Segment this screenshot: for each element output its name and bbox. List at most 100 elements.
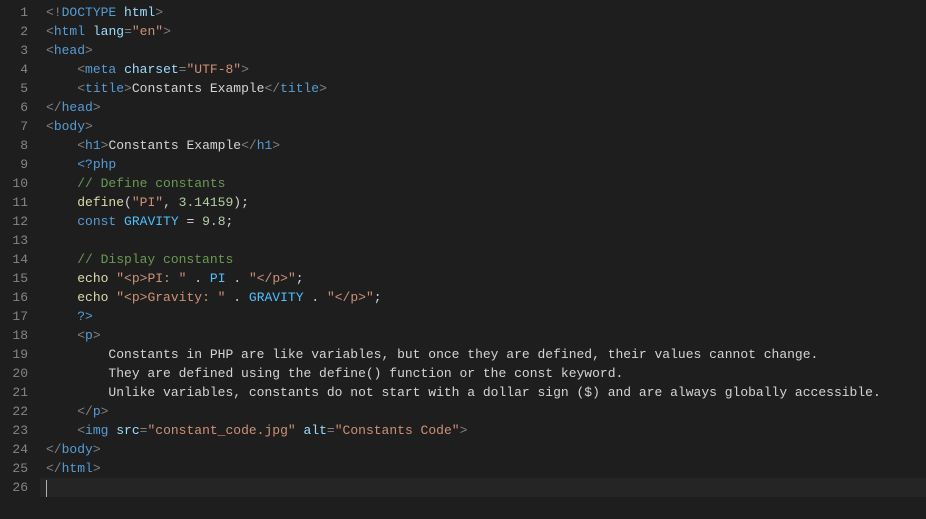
code-token: Constants Example — [108, 138, 241, 153]
line-number: 18 — [0, 326, 40, 345]
code-token: "Constants Code" — [335, 423, 460, 438]
code-line[interactable]: Constants in PHP are like variables, but… — [46, 345, 926, 364]
code-token: h1 — [257, 138, 273, 153]
line-number: 20 — [0, 364, 40, 383]
code-line[interactable]: <h1>Constants Example</h1> — [46, 136, 926, 155]
code-token: ; — [374, 290, 382, 305]
code-line[interactable]: <meta charset="UTF-8"> — [46, 60, 926, 79]
line-number: 5 — [0, 79, 40, 98]
line-number: 26 — [0, 478, 40, 497]
line-number: 15 — [0, 269, 40, 288]
code-line[interactable]: define("PI", 3.14159); — [46, 193, 926, 212]
line-number: 16 — [0, 288, 40, 307]
code-token: > — [101, 404, 109, 419]
code-line[interactable]: echo "<p>PI: " . PI . "</p>"; — [46, 269, 926, 288]
code-line[interactable]: <!DOCTYPE html> — [46, 3, 926, 22]
code-line[interactable]: // Display constants — [46, 250, 926, 269]
code-token: Constants in PHP are like variables, but… — [108, 347, 818, 362]
code-token: html — [54, 24, 85, 39]
code-token: ; — [296, 271, 304, 286]
code-token: > — [155, 5, 163, 20]
code-token: const — [77, 214, 116, 229]
code-token: "UTF-8" — [186, 62, 241, 77]
code-line[interactable]: </body> — [46, 440, 926, 459]
code-token: <?php — [77, 157, 116, 172]
code-token: > — [272, 138, 280, 153]
line-number: 25 — [0, 459, 40, 478]
code-token: body — [62, 442, 93, 457]
code-line[interactable]: </html> — [46, 459, 926, 478]
code-token: </ — [46, 442, 62, 457]
code-token: > — [85, 43, 93, 58]
code-line[interactable]: <?php — [46, 155, 926, 174]
code-token: They are defined using the define() func… — [108, 366, 623, 381]
line-number: 12 — [0, 212, 40, 231]
code-token: = — [327, 423, 335, 438]
code-token — [241, 271, 249, 286]
code-token — [296, 423, 304, 438]
code-line[interactable]: </head> — [46, 98, 926, 117]
code-line[interactable]: <head> — [46, 41, 926, 60]
line-number: 21 — [0, 383, 40, 402]
code-token: define — [77, 195, 124, 210]
code-token: charset — [124, 62, 179, 77]
code-token: < — [77, 423, 85, 438]
line-number: 19 — [0, 345, 40, 364]
code-token: GRAVITY — [249, 290, 304, 305]
code-line[interactable] — [46, 231, 926, 250]
code-line[interactable]: // Define constants — [46, 174, 926, 193]
code-token: PI — [210, 271, 226, 286]
code-line[interactable]: Unlike variables, constants do not start… — [46, 383, 926, 402]
code-token: = — [124, 24, 132, 39]
code-token: alt — [304, 423, 327, 438]
code-token — [202, 271, 210, 286]
code-token: ?> — [77, 309, 93, 324]
code-token: 3.14159 — [179, 195, 234, 210]
code-line[interactable]: echo "<p>Gravity: " . GRAVITY . "</p>"; — [46, 288, 926, 307]
code-token: < — [77, 328, 85, 343]
code-token — [241, 290, 249, 305]
code-token: "</p>" — [327, 290, 374, 305]
code-line[interactable]: They are defined using the define() func… — [46, 364, 926, 383]
code-token: </ — [46, 100, 62, 115]
code-token: < — [77, 81, 85, 96]
code-token: < — [77, 138, 85, 153]
code-token: <! — [46, 5, 62, 20]
line-number: 1 — [0, 3, 40, 22]
code-token: </ — [46, 461, 62, 476]
code-token: "<p>PI: " — [116, 271, 186, 286]
code-token — [116, 214, 124, 229]
code-token: > — [85, 119, 93, 134]
code-token — [319, 290, 327, 305]
code-token: . — [233, 271, 241, 286]
code-line[interactable]: <img src="constant_code.jpg" alt="Consta… — [46, 421, 926, 440]
code-line[interactable]: <title>Constants Example</title> — [46, 79, 926, 98]
code-token: </ — [241, 138, 257, 153]
code-line[interactable]: <p> — [46, 326, 926, 345]
code-token: echo — [77, 290, 108, 305]
code-line[interactable]: ?> — [46, 307, 926, 326]
code-token: src — [116, 423, 139, 438]
code-token: </ — [77, 404, 93, 419]
code-token: > — [93, 442, 101, 457]
line-number: 6 — [0, 98, 40, 117]
code-token: "constant_code.jpg" — [147, 423, 295, 438]
code-token: Unlike variables, constants do not start… — [108, 385, 880, 400]
line-number: 22 — [0, 402, 40, 421]
code-token: > — [93, 461, 101, 476]
code-line[interactable]: </p> — [46, 402, 926, 421]
code-line[interactable]: <html lang="en"> — [46, 22, 926, 41]
line-number-gutter: 1234567891011121314151617181920212223242… — [0, 0, 40, 519]
code-token: > — [124, 81, 132, 96]
code-token — [116, 62, 124, 77]
code-line[interactable]: <body> — [46, 117, 926, 136]
code-token: </ — [264, 81, 280, 96]
line-number: 9 — [0, 155, 40, 174]
code-line[interactable]: const GRAVITY = 9.8; — [46, 212, 926, 231]
code-token: 9.8 — [202, 214, 225, 229]
line-number: 11 — [0, 193, 40, 212]
code-editor-area[interactable]: <!DOCTYPE html><html lang="en"><head> <m… — [40, 0, 926, 519]
code-token: > — [319, 81, 327, 96]
line-number: 2 — [0, 22, 40, 41]
code-token: Constants Example — [132, 81, 265, 96]
